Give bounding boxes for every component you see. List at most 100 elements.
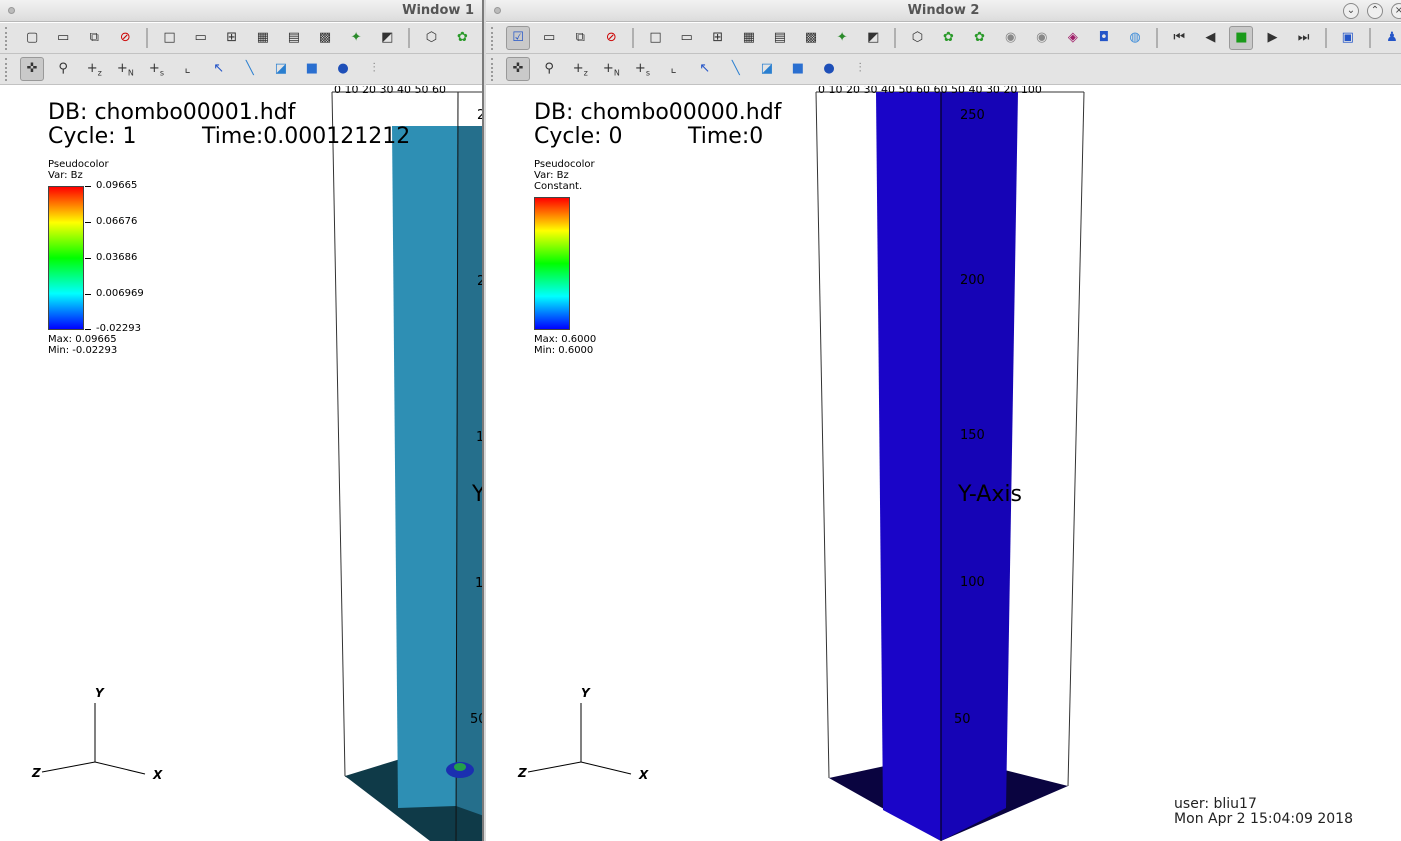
layout-1x1-icon[interactable]: □ bbox=[158, 26, 182, 50]
user-label: user: bliu17 bbox=[1174, 796, 1257, 812]
sphere-icon[interactable]: ● bbox=[817, 57, 841, 81]
reset-view-icon[interactable]: ⬡ bbox=[419, 26, 443, 50]
layout-1x1-icon[interactable]: □ bbox=[644, 26, 668, 50]
navigate-icon[interactable]: ✜ bbox=[506, 57, 531, 81]
spreadsheet-pick-icon[interactable]: +s bbox=[630, 57, 654, 81]
triad-z-label: Z bbox=[32, 766, 41, 780]
new-window-icon[interactable]: ☑ bbox=[506, 26, 531, 50]
toolbar-separator bbox=[1368, 28, 1371, 48]
zone-pick-icon[interactable]: +z bbox=[568, 57, 592, 81]
sphere-icon[interactable]: ● bbox=[331, 57, 355, 81]
layout-1x2-icon[interactable]: ▭ bbox=[675, 26, 699, 50]
sliders-icon[interactable]: ⫶ bbox=[362, 57, 386, 81]
plot-column-side bbox=[941, 92, 1018, 841]
lineout-icon[interactable]: ↖ bbox=[693, 57, 717, 81]
time-label: Time:0.000121212 bbox=[202, 124, 411, 149]
window-2-viewport[interactable]: DB: chombo00000.hdf Cycle: 0 Time:0 Pseu… bbox=[486, 86, 1401, 841]
settings-icon[interactable]: ▣ bbox=[1336, 26, 1360, 50]
window-2-titlebar[interactable]: Window 2 ⌄ ⌃ × bbox=[486, 0, 1401, 22]
layout-2x2-icon[interactable]: ⊞ bbox=[706, 26, 730, 50]
lock-time-icon[interactable]: ◘ bbox=[1092, 26, 1116, 50]
toolbar-grip[interactable] bbox=[5, 27, 11, 50]
cycle-label: Cycle: 1 bbox=[48, 124, 137, 149]
user-info: user: bliu17 Mon Apr 2 15:04:09 2018 bbox=[1174, 797, 1353, 827]
layout-2x4-icon[interactable]: ▤ bbox=[282, 26, 306, 50]
spreadsheet-pick-icon[interactable]: +s bbox=[144, 57, 168, 81]
toolbar-grip[interactable] bbox=[491, 58, 497, 81]
toolbar-separator bbox=[146, 28, 149, 48]
layout-2x3-icon[interactable]: ▦ bbox=[737, 26, 761, 50]
window-1-viewport[interactable]: DB: chombo00001.hdf Cycle: 1 Time:0.0001… bbox=[0, 86, 482, 841]
bbox-edge-left bbox=[815, 91, 830, 779]
node-pick-icon[interactable]: +N bbox=[599, 57, 623, 81]
box-icon[interactable]: ■ bbox=[786, 57, 810, 81]
time-label: Time:0 bbox=[688, 124, 764, 149]
lineout-icon[interactable]: ↖ bbox=[207, 57, 231, 81]
reset-view-icon[interactable]: ⬡ bbox=[905, 26, 929, 50]
triad-x-line bbox=[94, 761, 146, 775]
legend-tick bbox=[85, 186, 91, 187]
invert-colors-icon[interactable]: ◩ bbox=[375, 26, 399, 50]
clear-window-icon[interactable]: ▭ bbox=[51, 26, 75, 50]
data-blob-inner bbox=[454, 763, 466, 771]
line-icon[interactable]: ╲ bbox=[238, 57, 262, 81]
y-axis-tick: 10 bbox=[475, 576, 482, 591]
navigate-icon[interactable]: ✜ bbox=[20, 57, 45, 81]
next-frame-icon[interactable]: ⏭ bbox=[1292, 26, 1316, 50]
invert-colors-icon[interactable]: ◩ bbox=[861, 26, 885, 50]
legend-var: Var: Bz bbox=[48, 170, 83, 181]
layout-1x2-icon[interactable]: ▭ bbox=[189, 26, 213, 50]
spin-icon[interactable]: ✦ bbox=[344, 26, 368, 50]
prev-frame-icon[interactable]: ◀ bbox=[1198, 26, 1222, 50]
legend-tick bbox=[85, 258, 91, 259]
lock-view-icon[interactable]: ◈ bbox=[1061, 26, 1085, 50]
first-frame-icon[interactable]: ⏮ bbox=[1167, 26, 1191, 50]
spin-icon[interactable]: ✦ bbox=[830, 26, 854, 50]
maximize-icon[interactable]: ⌃ bbox=[1367, 3, 1383, 19]
user-icon[interactable]: ♟ bbox=[1380, 26, 1401, 50]
plane-icon[interactable]: ◪ bbox=[269, 57, 293, 81]
layout-2x3-icon[interactable]: ▦ bbox=[251, 26, 275, 50]
delete-window-icon[interactable]: ⊘ bbox=[599, 26, 623, 50]
camera-icon[interactable]: ◉ bbox=[999, 26, 1023, 50]
camera-green-icon[interactable]: ✿ bbox=[451, 26, 475, 50]
zone-pick-icon[interactable]: +z bbox=[82, 57, 106, 81]
layout-2x4-icon[interactable]: ▤ bbox=[768, 26, 792, 50]
sliders-icon[interactable]: ⫶ bbox=[848, 57, 872, 81]
layout-2x2-icon[interactable]: ⊞ bbox=[220, 26, 244, 50]
cycle-label: Cycle: 0 bbox=[534, 124, 623, 149]
triad-z-label: Z bbox=[518, 766, 527, 780]
plane-icon[interactable]: ◪ bbox=[755, 57, 779, 81]
play-icon[interactable]: ▶ bbox=[1261, 26, 1285, 50]
zoom-icon[interactable]: ⚲ bbox=[537, 57, 561, 81]
globe-icon[interactable]: ◍ bbox=[1123, 26, 1147, 50]
clear-window-icon[interactable]: ▭ bbox=[537, 26, 561, 50]
legend-tick bbox=[85, 222, 91, 223]
window-menu-icon[interactable] bbox=[8, 7, 15, 14]
layout-3x3-icon[interactable]: ▩ bbox=[313, 26, 337, 50]
camera-green2-icon[interactable]: ✿ bbox=[482, 26, 483, 50]
minimize-icon[interactable]: ⌄ bbox=[1343, 3, 1359, 19]
legend-note: Constant. bbox=[534, 181, 583, 192]
camera-green-icon[interactable]: ✿ bbox=[937, 26, 961, 50]
line-icon[interactable]: ╲ bbox=[724, 57, 748, 81]
stop-icon[interactable]: ■ bbox=[1229, 26, 1254, 50]
copy-window-icon[interactable]: ⧉ bbox=[82, 26, 106, 50]
camera-gray-icon[interactable]: ◉ bbox=[1030, 26, 1054, 50]
box-icon[interactable]: ■ bbox=[300, 57, 324, 81]
curve-icon[interactable]: ⌞ bbox=[176, 57, 200, 81]
toolbar-grip[interactable] bbox=[5, 58, 11, 81]
new-window-icon[interactable]: ▢ bbox=[20, 26, 44, 50]
zoom-icon[interactable]: ⚲ bbox=[51, 57, 75, 81]
node-pick-icon[interactable]: +N bbox=[113, 57, 137, 81]
close-icon[interactable]: × bbox=[1391, 3, 1401, 19]
window-1-titlebar[interactable]: Window 1 bbox=[0, 0, 482, 22]
layout-3x3-icon[interactable]: ▩ bbox=[799, 26, 823, 50]
delete-window-icon[interactable]: ⊘ bbox=[113, 26, 137, 50]
camera-green2-icon[interactable]: ✿ bbox=[968, 26, 992, 50]
toolbar-grip[interactable] bbox=[491, 27, 497, 50]
curve-icon[interactable]: ⌞ bbox=[662, 57, 686, 81]
window-2: Window 2 ⌄ ⌃ × ☑ ▭ ⧉ ⊘ □ ▭ ⊞ ▦ ▤ ▩ ✦ ◩ ⬡… bbox=[486, 0, 1401, 841]
legend-tick-label: 0.09665 bbox=[96, 180, 138, 191]
copy-window-icon[interactable]: ⧉ bbox=[568, 26, 592, 50]
